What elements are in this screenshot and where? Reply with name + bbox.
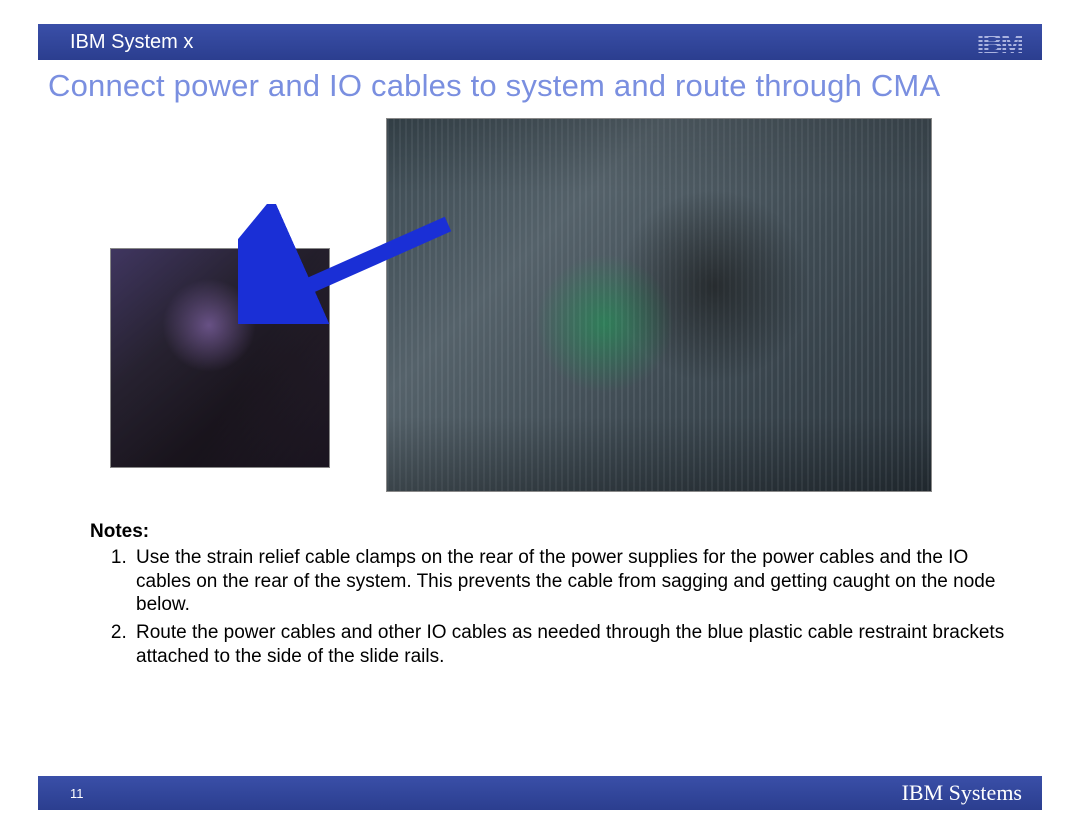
header-product-line: IBM System x — [38, 31, 193, 54]
ibm-logo-icon: IBM — [977, 28, 1022, 60]
footer-bar: 11 IBM Systems — [38, 776, 1042, 810]
notes-heading: Notes: — [90, 520, 1010, 544]
slide-title: Connect power and IO cables to system an… — [48, 68, 1038, 104]
list-item: Use the strain relief cable clamps on th… — [132, 546, 1010, 617]
notes-section: Notes: Use the strain relief cable clamp… — [90, 520, 1010, 673]
photo-cable-clamp-detail — [110, 248, 330, 468]
notes-list: Use the strain relief cable clamps on th… — [90, 546, 1010, 669]
slide-container: IBM System x IBM Connect power and IO ca… — [38, 24, 1042, 810]
list-item: Route the power cables and other IO cabl… — [132, 621, 1010, 669]
footer-brand: IBM Systems — [902, 780, 1022, 806]
page-number: 11 — [70, 786, 84, 801]
photo-system-rear-cables — [386, 118, 932, 492]
header-bar: IBM System x IBM — [38, 24, 1042, 60]
